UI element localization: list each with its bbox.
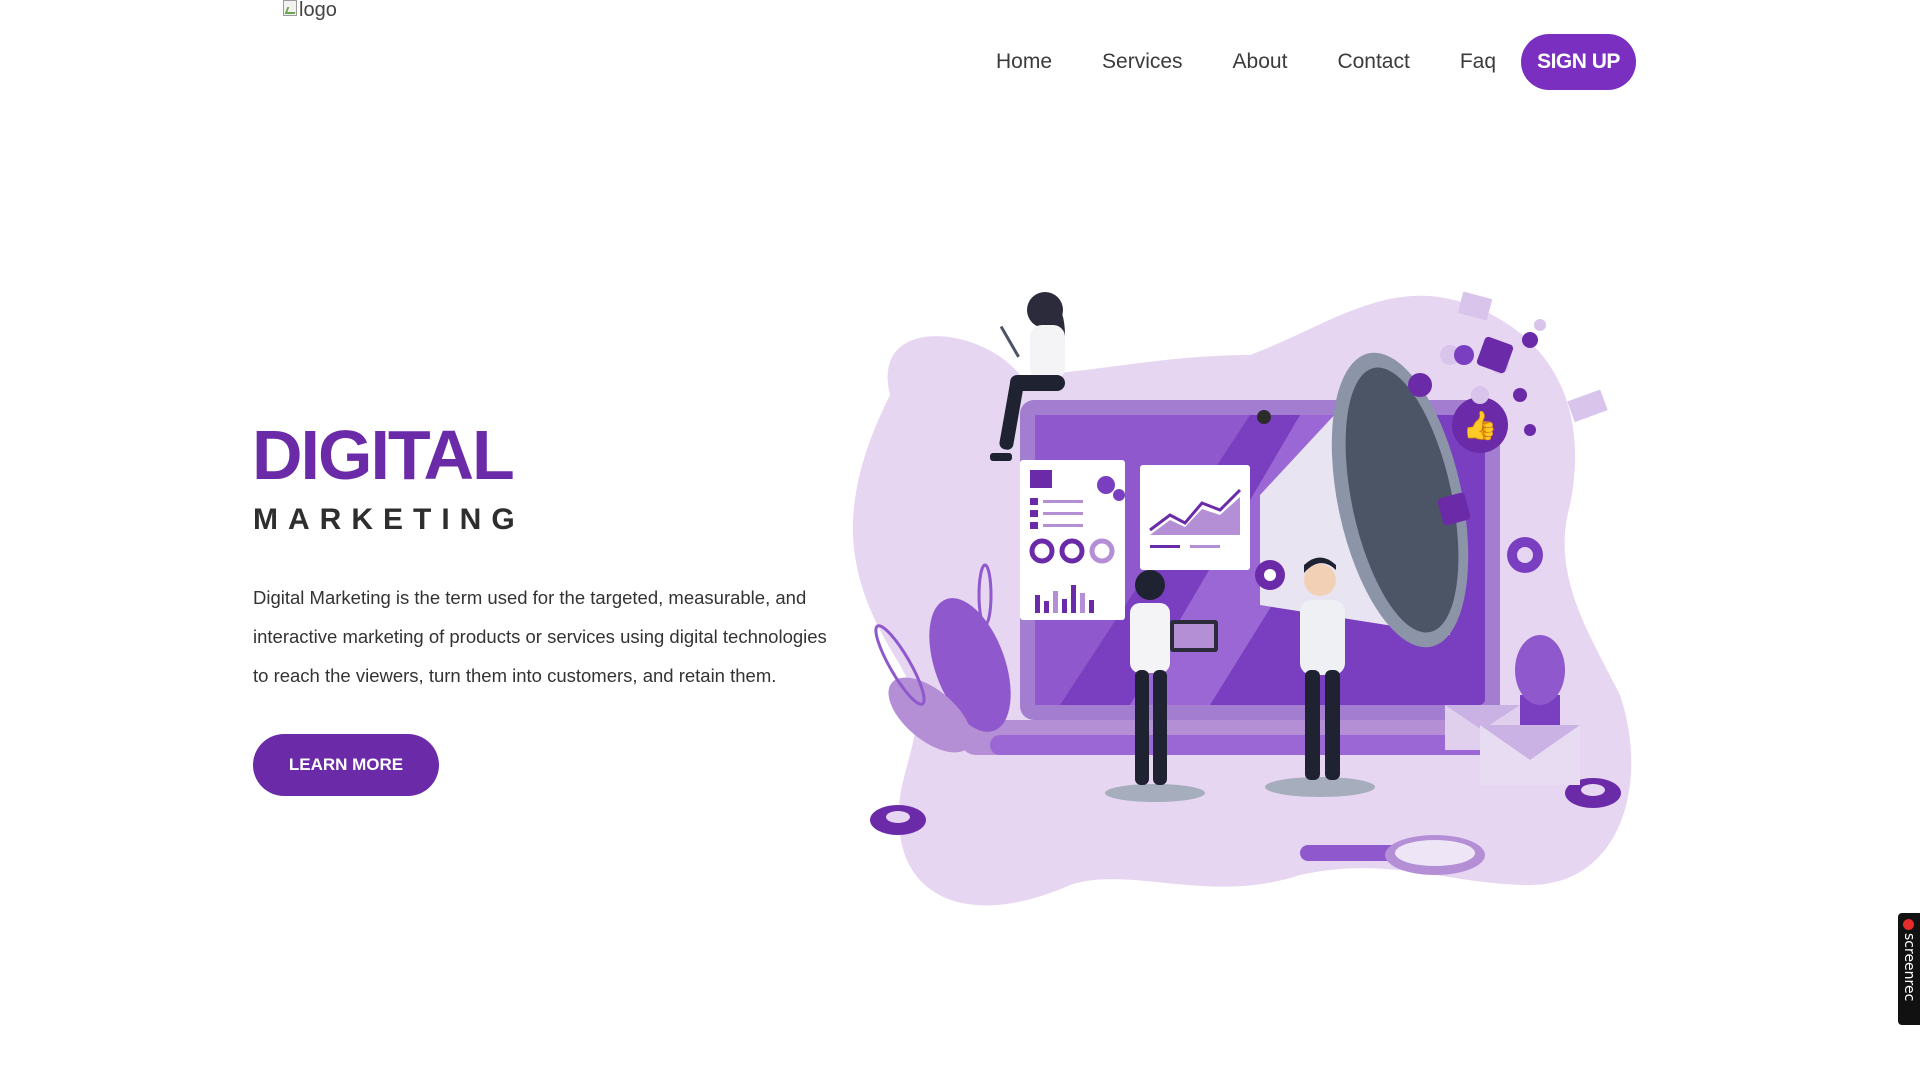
record-dot-icon: [1903, 919, 1914, 930]
screenrec-label: screenrec: [1901, 933, 1917, 1002]
nav-about[interactable]: About: [1233, 50, 1288, 74]
digital-marketing-illustration: 👍: [852, 291, 1632, 906]
nav-services[interactable]: Services: [1102, 50, 1183, 74]
nav-faq[interactable]: Faq: [1460, 50, 1496, 74]
logo-alt-text: logo: [299, 0, 337, 21]
nav-contact[interactable]: Contact: [1337, 50, 1409, 74]
logo[interactable]: logo: [283, 0, 337, 20]
signup-button[interactable]: SIGN UP: [1521, 34, 1636, 90]
screenrec-tab[interactable]: screenrec: [1898, 913, 1920, 1025]
nav-home[interactable]: Home: [996, 50, 1052, 74]
svg-text:👍: 👍: [1463, 409, 1498, 442]
learn-more-button[interactable]: LEARN MORE: [253, 734, 439, 796]
dashboard-panel-right: [1140, 465, 1250, 570]
hero-title: DIGITAL: [252, 416, 515, 494]
hero-subtitle: MARKETING: [253, 503, 525, 536]
main-nav: Home Services About Contact Faq SIGN UP: [996, 34, 1636, 90]
plant-right: [1515, 635, 1565, 725]
hero-description: Digital Marketing is the term used for t…: [253, 587, 827, 686]
broken-image-icon: [283, 0, 297, 16]
